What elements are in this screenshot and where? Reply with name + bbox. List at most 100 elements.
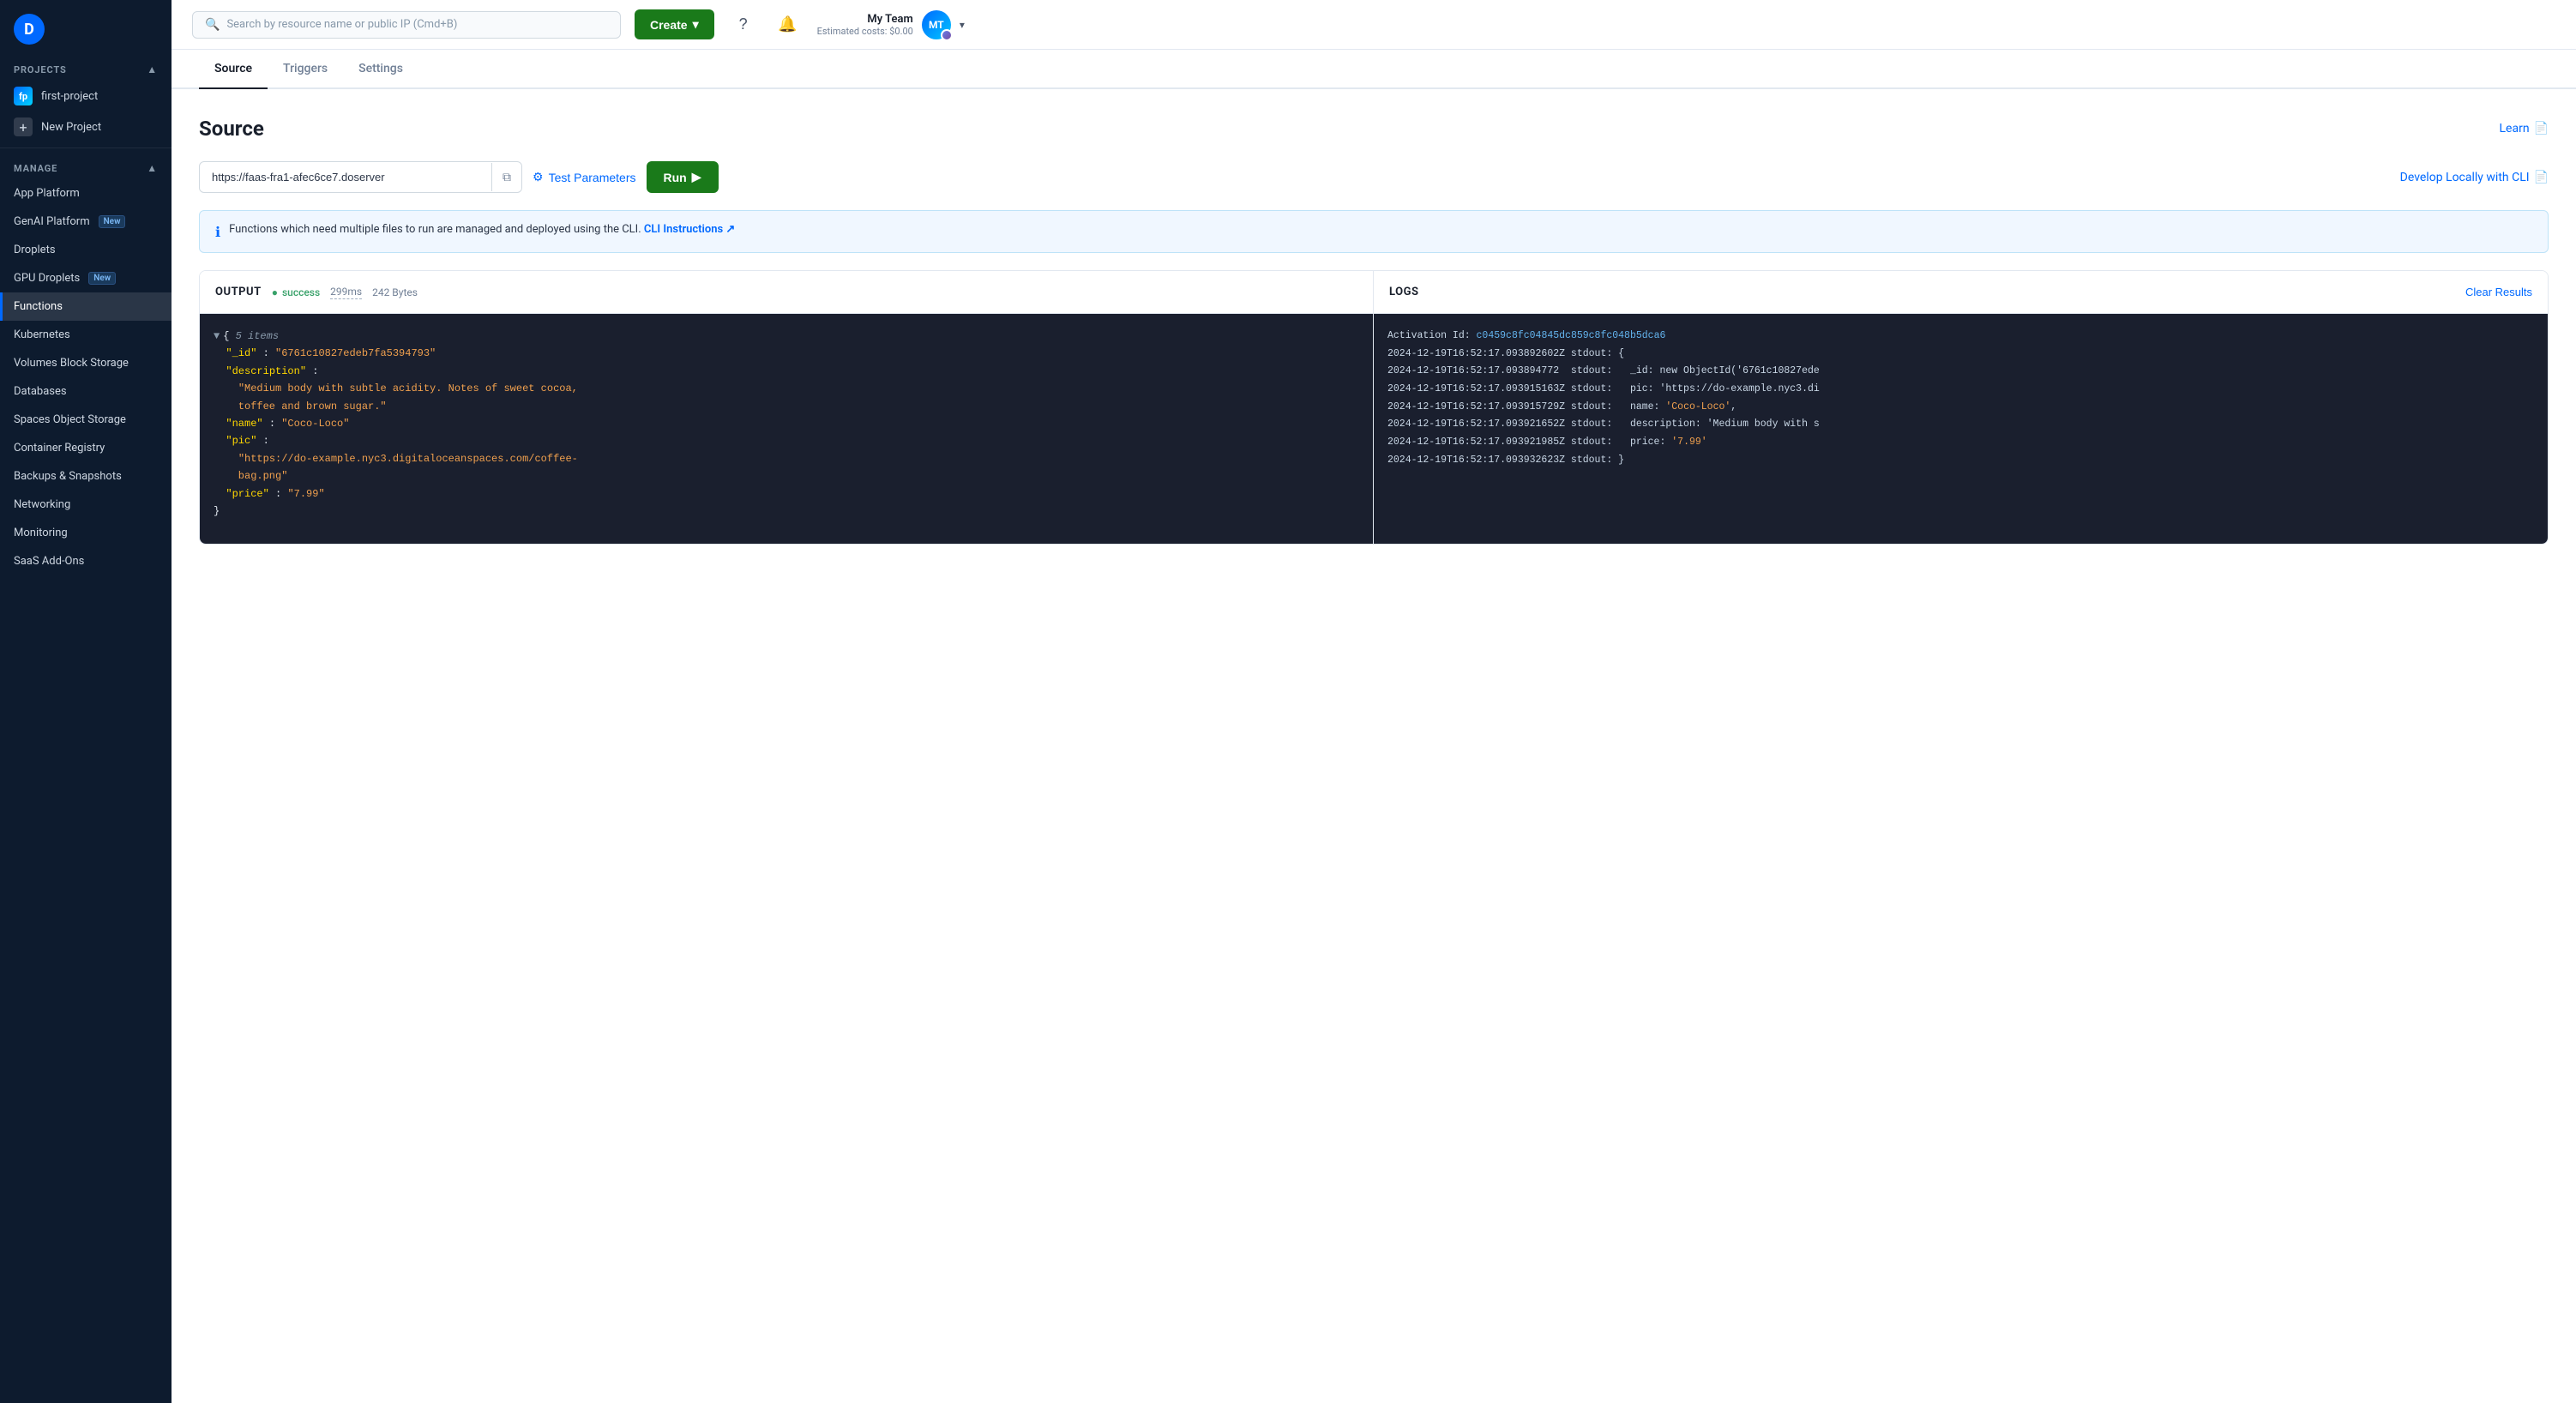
- project-icon: fp: [14, 87, 33, 105]
- sidebar-item-first-project[interactable]: fp first-project: [0, 81, 172, 111]
- gear-icon: ⚙: [533, 170, 544, 184]
- nav-label-monitoring: Monitoring: [14, 527, 68, 539]
- user-text: My Team Estimated costs: $0.00: [817, 13, 913, 37]
- info-box: ℹ Functions which need multiple files to…: [199, 210, 2549, 253]
- sidebar-item-backups-snapshots[interactable]: Backups & Snapshots: [0, 462, 172, 491]
- timing-badge: 299ms: [330, 286, 362, 299]
- sidebar-item-new-project[interactable]: + New Project: [0, 111, 172, 142]
- develop-external-icon: 📄: [2534, 171, 2549, 184]
- nav-label-volumes: Volumes Block Storage: [14, 357, 129, 370]
- help-button[interactable]: ?: [728, 9, 759, 40]
- develop-label: Develop Locally with CLI: [2400, 171, 2530, 184]
- user-name: My Team: [817, 13, 913, 26]
- nav-label-databases: Databases: [14, 385, 67, 398]
- manage-section-header: MANAGE ▲: [0, 154, 172, 179]
- sidebar-item-genai-platform[interactable]: GenAI Platform New: [0, 208, 172, 236]
- tab-settings[interactable]: Settings: [343, 50, 418, 89]
- logs-panel: LOGS Clear Results Activation Id: c0459c…: [1374, 271, 2548, 544]
- sidebar: D PROJECTS ▲ fp first-project + New Proj…: [0, 0, 172, 1403]
- size-badge: 242 Bytes: [372, 286, 418, 298]
- json-output: ▼{ 5 items "_id" : "6761c10827edeb7fa539…: [200, 314, 1373, 544]
- sidebar-item-gpu-droplets[interactable]: GPU Droplets New: [0, 264, 172, 292]
- tabs-bar: Source Triggers Settings: [172, 50, 2576, 89]
- avatar: MT: [922, 10, 951, 39]
- search-icon: 🔍: [205, 18, 220, 32]
- logs-output: Activation Id: c0459c8fc04845dc859c8fc04…: [1374, 314, 2548, 544]
- copy-url-button[interactable]: ⧉: [491, 163, 521, 191]
- tab-triggers[interactable]: Triggers: [268, 50, 343, 89]
- sidebar-item-container-registry[interactable]: Container Registry: [0, 434, 172, 462]
- user-cost: Estimated costs: $0.00: [817, 26, 913, 37]
- learn-link[interactable]: Learn 📄: [2500, 122, 2549, 135]
- projects-chevron-icon[interactable]: ▲: [147, 63, 158, 75]
- sidebar-item-droplets[interactable]: Droplets: [0, 236, 172, 264]
- test-parameters-button[interactable]: ⚙ Test Parameters: [533, 170, 636, 184]
- nav-label-networking: Networking: [14, 498, 70, 511]
- genai-badge: New: [99, 215, 126, 228]
- sidebar-item-app-platform[interactable]: App Platform: [0, 179, 172, 208]
- gpu-badge: New: [88, 272, 116, 285]
- add-project-icon: +: [14, 117, 33, 136]
- sidebar-item-monitoring[interactable]: Monitoring: [0, 519, 172, 547]
- output-title: OUTPUT: [215, 286, 262, 298]
- output-panel: OUTPUT ● success 299ms 242 Bytes ▼{ 5 it…: [200, 271, 1374, 544]
- nav-label-genai-platform: GenAI Platform: [14, 215, 90, 228]
- learn-external-icon: 📄: [2534, 122, 2549, 135]
- logs-header: LOGS Clear Results: [1374, 271, 2548, 314]
- topnav: 🔍 Search by resource name or public IP (…: [172, 0, 2576, 50]
- source-content: Source Learn 📄 ⧉ ⚙ Test Parameters: [172, 89, 2576, 572]
- sidebar-item-saas-add-ons[interactable]: SaaS Add-Ons: [0, 547, 172, 575]
- notifications-button[interactable]: 🔔: [773, 9, 803, 40]
- manage-chevron-icon[interactable]: ▲: [147, 162, 158, 174]
- url-input[interactable]: [200, 162, 491, 192]
- activation-id[interactable]: c0459c8fc04845dc859c8fc048b5dca6: [1477, 330, 1666, 341]
- create-label: Create: [650, 18, 688, 32]
- project-label: first-project: [41, 90, 98, 103]
- status-badge: ● success: [272, 286, 320, 298]
- content-area: Source Triggers Settings Source Learn 📄: [172, 50, 2576, 1403]
- search-bar[interactable]: 🔍 Search by resource name or public IP (…: [192, 11, 621, 39]
- logs-title: LOGS: [1389, 286, 1419, 298]
- nav-label-container-registry: Container Registry: [14, 442, 105, 455]
- sidebar-item-spaces-object-storage[interactable]: Spaces Object Storage: [0, 406, 172, 434]
- collapse-arrow-icon[interactable]: ▼: [214, 330, 220, 342]
- develop-locally-link[interactable]: Develop Locally with CLI 📄: [2400, 171, 2549, 184]
- nav-label-spaces: Spaces Object Storage: [14, 413, 126, 426]
- source-header: Source Learn 📄: [199, 117, 2549, 141]
- nav-label-functions: Functions: [14, 300, 63, 313]
- copy-icon: ⧉: [503, 170, 511, 184]
- status-text: success: [282, 286, 320, 298]
- cli-instructions-link[interactable]: CLI Instructions ↗: [644, 223, 735, 236]
- test-params-label: Test Parameters: [549, 171, 636, 184]
- projects-section-label: PROJECTS: [14, 64, 67, 75]
- new-project-label: New Project: [41, 121, 101, 134]
- nav-label-saas: SaaS Add-Ons: [14, 555, 84, 568]
- sidebar-item-kubernetes[interactable]: Kubernetes: [0, 321, 172, 349]
- url-bar-row: ⧉ ⚙ Test Parameters Run ▶ Develop Locall…: [199, 161, 2549, 193]
- clear-results-button[interactable]: Clear Results: [2465, 286, 2532, 298]
- output-header: OUTPUT ● success 299ms 242 Bytes: [200, 271, 1373, 314]
- logo-icon: D: [14, 14, 45, 45]
- run-icon: ▶: [692, 170, 701, 184]
- nav-label-droplets: Droplets: [14, 244, 56, 256]
- info-icon: ℹ: [215, 224, 220, 240]
- sidebar-item-volumes-block-storage[interactable]: Volumes Block Storage: [0, 349, 172, 377]
- sidebar-item-functions[interactable]: Functions: [0, 292, 172, 321]
- create-chevron-icon: ▾: [693, 17, 699, 32]
- page-title: Source: [199, 117, 264, 141]
- learn-label: Learn: [2500, 122, 2530, 135]
- avatar-badge: [941, 29, 953, 41]
- create-button[interactable]: Create ▾: [635, 9, 714, 39]
- run-button[interactable]: Run ▶: [647, 161, 719, 193]
- nav-label-kubernetes: Kubernetes: [14, 328, 70, 341]
- sidebar-item-networking[interactable]: Networking: [0, 491, 172, 519]
- user-chevron-icon: ▾: [960, 19, 965, 31]
- sidebar-item-databases[interactable]: Databases: [0, 377, 172, 406]
- main-area: 🔍 Search by resource name or public IP (…: [172, 0, 2576, 1403]
- run-label: Run: [664, 171, 687, 184]
- tab-source[interactable]: Source: [199, 50, 268, 89]
- help-icon: ?: [739, 15, 748, 33]
- success-icon: ●: [272, 286, 278, 298]
- nav-label-gpu-droplets: GPU Droplets: [14, 272, 80, 285]
- user-menu[interactable]: My Team Estimated costs: $0.00 MT ▾: [817, 10, 965, 39]
